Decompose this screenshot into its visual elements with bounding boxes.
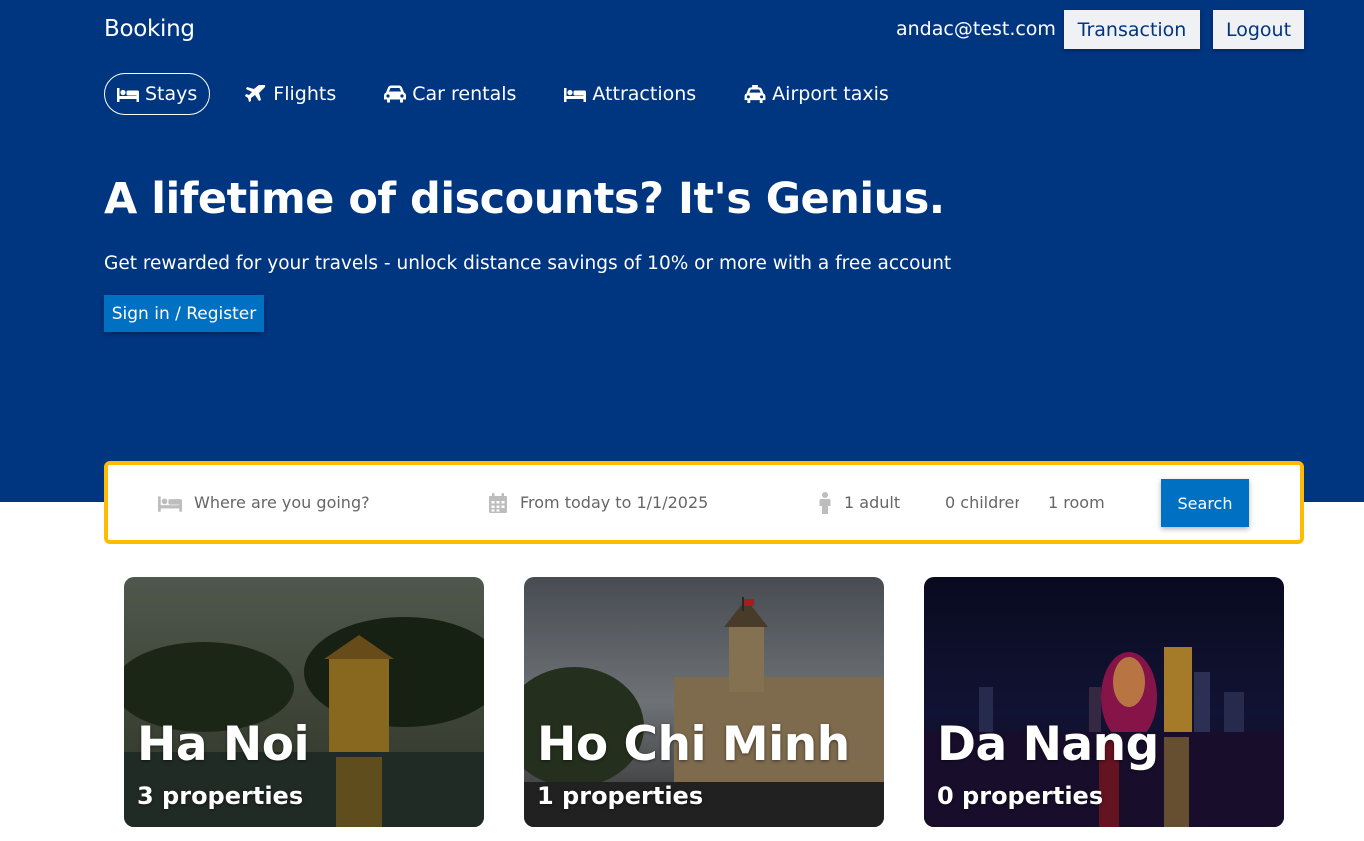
sign-in-register-button[interactable]: Sign in / Register xyxy=(104,295,264,332)
header: Booking andac@test.com Transaction Logou… xyxy=(0,0,1364,502)
city-properties-count: 1 properties xyxy=(537,782,704,810)
bed-icon xyxy=(117,88,139,102)
tab-label: Car rentals xyxy=(412,83,517,105)
children-input[interactable]: 0 children xyxy=(945,465,1019,540)
tab-label: Airport taxis xyxy=(772,83,889,105)
city-properties-count: 0 properties xyxy=(937,782,1104,810)
city-name: Ho Chi Minh xyxy=(537,717,850,772)
city-name: Da Nang xyxy=(937,717,1159,772)
date-range-text: From today to 1/1/2025 xyxy=(520,493,709,512)
tab-label: Stays xyxy=(145,83,198,105)
tab-label: Flights xyxy=(273,83,337,105)
tab-car-rentals[interactable]: Car rentals xyxy=(371,73,529,115)
user-email: andac@test.com xyxy=(896,18,1056,40)
destination-input[interactable]: Where are you going? xyxy=(194,493,370,512)
tab-label: Attractions xyxy=(592,83,697,105)
hero-subtitle: Get rewarded for your travels - unlock d… xyxy=(104,253,952,274)
city-cards: Ha Noi 3 properties Ho Chi Minh 1 proper… xyxy=(124,577,1284,827)
tab-flights[interactable]: Flights xyxy=(232,73,349,115)
date-range-field[interactable]: From today to 1/1/2025 xyxy=(488,465,708,540)
bed-icon xyxy=(564,88,587,102)
transaction-button[interactable]: Transaction xyxy=(1064,10,1200,49)
adults-value: 1 adult xyxy=(844,493,901,512)
taxi-icon xyxy=(744,85,766,103)
city-card-da-nang[interactable]: Da Nang 0 properties xyxy=(924,577,1284,827)
bed-icon xyxy=(158,495,182,512)
nav-tabs: Stays Flights Car rentals Attractions Ai… xyxy=(104,73,902,115)
rooms-input[interactable]: 1 room xyxy=(1048,465,1105,540)
plane-icon xyxy=(245,85,266,102)
city-properties-count: 3 properties xyxy=(137,782,304,810)
destination-field[interactable]: Where are you going? xyxy=(158,465,370,540)
logout-button[interactable]: Logout xyxy=(1213,10,1304,49)
search-button[interactable]: Search xyxy=(1161,479,1249,527)
city-card-ho-chi-minh[interactable]: Ho Chi Minh 1 properties xyxy=(524,577,884,827)
car-icon xyxy=(384,85,407,103)
tab-attractions[interactable]: Attractions xyxy=(551,73,709,115)
search-bar: Where are you going? From today to 1/1/2… xyxy=(104,461,1304,544)
hero-title: A lifetime of discounts? It's Genius. xyxy=(104,174,945,224)
calendar-icon xyxy=(489,492,507,513)
adults-field[interactable]: 1 adult xyxy=(818,465,900,540)
tab-stays[interactable]: Stays xyxy=(104,73,211,115)
city-card-ha-noi[interactable]: Ha Noi 3 properties xyxy=(124,577,484,827)
person-icon xyxy=(819,491,831,514)
tab-airport-taxis[interactable]: Airport taxis xyxy=(731,73,902,115)
brand-logo[interactable]: Booking xyxy=(104,16,195,42)
city-name: Ha Noi xyxy=(137,717,310,772)
